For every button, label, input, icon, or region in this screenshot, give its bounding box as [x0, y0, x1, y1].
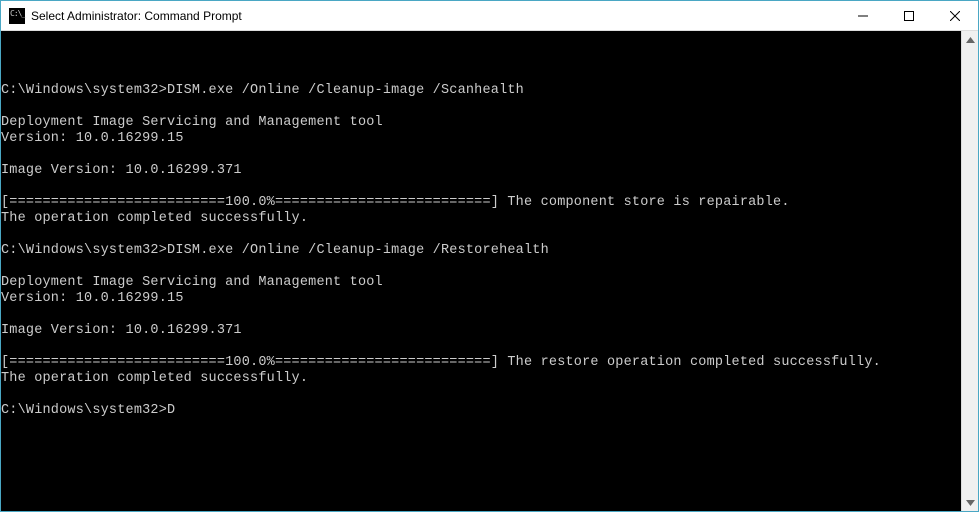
terminal-output[interactable]: C:\Windows\system32>DISM.exe /Online /Cl…	[1, 31, 961, 511]
titlebar[interactable]: Select Administrator: Command Prompt	[1, 1, 978, 31]
maximize-button[interactable]	[886, 1, 932, 31]
scroll-up-icon[interactable]	[962, 31, 978, 48]
close-button[interactable]	[932, 1, 978, 31]
scroll-down-icon[interactable]	[962, 494, 978, 511]
scrollbar[interactable]	[961, 31, 978, 511]
scroll-track[interactable]	[962, 48, 978, 494]
cmd-icon	[9, 8, 25, 24]
window-title: Select Administrator: Command Prompt	[31, 9, 242, 23]
cmd-window: Select Administrator: Command Prompt C:\…	[0, 0, 979, 512]
window-body: C:\Windows\system32>DISM.exe /Online /Cl…	[1, 31, 978, 511]
minimize-button[interactable]	[840, 1, 886, 31]
